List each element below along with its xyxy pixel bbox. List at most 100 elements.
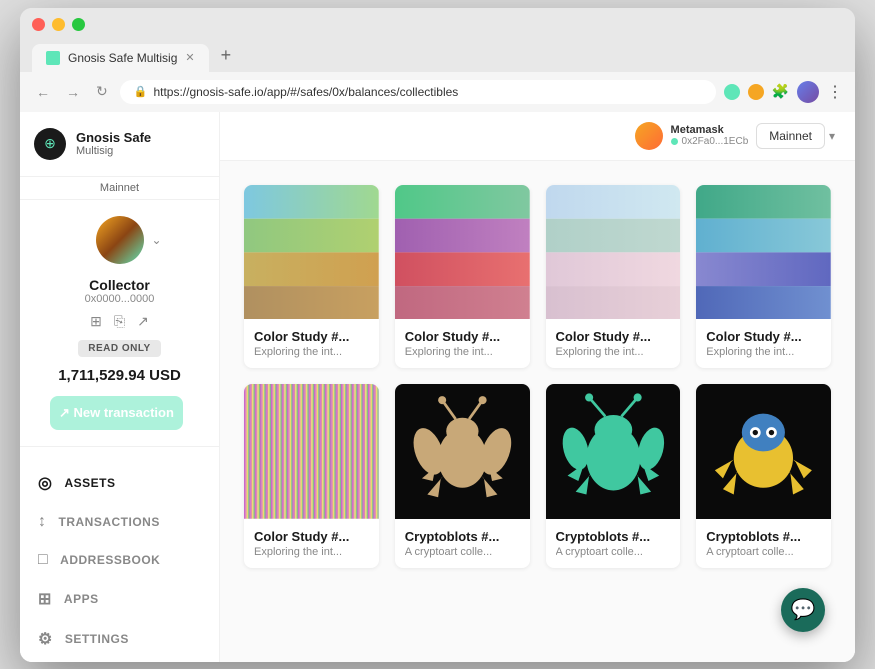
settings-icon: ⚙ (38, 629, 53, 649)
collectible-image (696, 185, 831, 320)
collectible-desc: Exploring the int... (254, 546, 369, 558)
copy-icon[interactable]: ⎘ (114, 313, 125, 330)
collectible-title: Color Study #... (254, 529, 369, 544)
network-selector[interactable]: Mainnet (756, 123, 825, 149)
collectible-card[interactable]: Color Study #... Exploring the int... (244, 384, 379, 568)
account-name: Collector (36, 277, 203, 293)
profile-avatar[interactable] (797, 81, 819, 103)
collectible-desc: Exploring the int... (706, 346, 821, 358)
read-only-badge: READ ONLY (78, 340, 160, 357)
ext-orange-icon (748, 84, 764, 100)
collectible-desc: Exploring the int... (254, 346, 369, 358)
metamask-address: 0x2Fa0...1ECb (671, 136, 749, 147)
collectible-desc: A cryptoart colle... (706, 546, 821, 558)
collectible-image (244, 384, 379, 519)
new-transaction-button[interactable]: ↗ New transaction (50, 396, 183, 430)
account-section: ⌄ Collector 0x0000...0000 ⊞ ⎘ ↗ READ ONL… (20, 200, 219, 447)
collectible-title: Cryptoblots #... (405, 529, 520, 544)
close-button[interactable] (32, 18, 45, 31)
maximize-button[interactable] (72, 18, 85, 31)
collectible-title: Cryptoblots #... (556, 529, 671, 544)
collectible-card[interactable]: Cryptoblots #... A cryptoart colle... (546, 384, 681, 568)
collectible-card[interactable]: Color Study #... Exploring the int... (244, 185, 379, 369)
nav-section: ◎ ASSETS ↕ TRANSACTIONS □ ADDRESSBOOK ⊞ … (20, 447, 219, 662)
address-bar-row: ← → ↻ 🔒 https://gnosis-safe.io/app/#/saf… (20, 72, 855, 112)
sidebar-item-settings[interactable]: ⚙ SETTINGS (20, 619, 219, 659)
address-bar[interactable]: 🔒 https://gnosis-safe.io/app/#/safes/0x/… (120, 80, 716, 104)
sidebar-item-addressbook[interactable]: □ ADDRESSBOOK (20, 541, 219, 579)
collectible-image (696, 384, 831, 519)
tab-close-button[interactable]: ✕ (185, 51, 194, 64)
collectible-info: Color Study #... Exploring the int... (244, 319, 379, 368)
browser-menu-button[interactable]: ⋮ (827, 82, 843, 102)
forward-button[interactable]: → (62, 82, 84, 102)
collectible-title: Color Study #... (706, 329, 821, 344)
tab-title: Gnosis Safe Multisig (68, 51, 177, 65)
account-avatar (96, 216, 144, 264)
assets-icon: ◎ (38, 473, 52, 493)
qr-icon[interactable]: ⊞ (90, 313, 102, 330)
collectible-info: Cryptoblots #... A cryptoart colle... (395, 519, 530, 568)
minimize-button[interactable] (52, 18, 65, 31)
chat-support-button[interactable]: 💬 (781, 588, 825, 632)
collectible-image (244, 185, 379, 320)
collectible-title: Color Study #... (405, 329, 520, 344)
metamask-avatar (635, 122, 663, 150)
tab-favicon (46, 51, 60, 65)
metamask-badge: Metamask 0x2Fa0...1ECb Mainnet ▾ (635, 122, 835, 150)
collectible-desc: Exploring the int... (405, 346, 520, 358)
sidebar-item-assets[interactable]: ◎ ASSETS (20, 463, 219, 503)
addressbook-icon: □ (38, 551, 48, 569)
account-address: 0x0000...0000 (36, 293, 203, 305)
collectible-title: Color Study #... (254, 329, 369, 344)
collectible-info: Cryptoblots #... A cryptoart colle... (546, 519, 681, 568)
collectibles-section: Color Study #... Exploring the int... (220, 161, 855, 662)
balance-display: 1,711,529.94 USD (36, 367, 203, 384)
safe-header: ⊕ Gnosis Safe Multisig (20, 112, 219, 177)
collectible-card[interactable]: Color Study #... Exploring the int... (696, 185, 831, 369)
collectible-card[interactable]: Cryptoblots #... A cryptoart colle... (395, 384, 530, 568)
browser-tab[interactable]: Gnosis Safe Multisig ✕ (32, 44, 209, 72)
ext-green-icon (724, 84, 740, 100)
safe-name: Gnosis Safe (76, 130, 151, 146)
collectible-title: Color Study #... (556, 329, 671, 344)
collectible-card[interactable]: Color Study #... Exploring the int... (395, 185, 530, 369)
collectible-card[interactable]: Color Study #... Exploring the int... (546, 185, 681, 369)
app-header: Metamask 0x2Fa0...1ECb Mainnet ▾ (220, 112, 855, 161)
collectible-info: Cryptoblots #... A cryptoart colle... (696, 519, 831, 568)
transactions-icon: ↕ (38, 513, 47, 531)
collectible-image (395, 384, 530, 519)
collectibles-grid: Color Study #... Exploring the int... (244, 185, 831, 569)
external-link-icon[interactable]: ↗ (137, 313, 149, 330)
sidebar-item-apps[interactable]: ⊞ APPS (20, 579, 219, 619)
reload-button[interactable]: ↻ (92, 81, 112, 102)
collectible-info: Color Study #... Exploring the int... (395, 319, 530, 368)
collectible-info: Color Study #... Exploring the int... (696, 319, 831, 368)
safe-sub: Multisig (76, 145, 151, 157)
collectible-desc: Exploring the int... (556, 346, 671, 358)
avatar-wrapper[interactable]: ⌄ (96, 216, 144, 264)
network-chevron-icon[interactable]: ▾ (829, 129, 835, 143)
collectible-image (546, 185, 681, 320)
sidebar-item-transactions[interactable]: ↕ TRANSACTIONS (20, 503, 219, 541)
collectible-desc: A cryptoart colle... (556, 546, 671, 558)
safe-logo: ⊕ (34, 128, 66, 160)
lock-icon: 🔒 (134, 85, 148, 98)
back-button[interactable]: ← (32, 82, 54, 102)
collectible-image (395, 185, 530, 320)
account-icons: ⊞ ⎘ ↗ (36, 313, 203, 330)
apps-icon: ⊞ (38, 589, 52, 609)
collectible-card[interactable]: Cryptoblots #... A cryptoart colle... (696, 384, 831, 568)
collectible-title: Cryptoblots #... (706, 529, 821, 544)
collectible-info: Color Study #... Exploring the int... (546, 319, 681, 368)
metamask-info: Metamask 0x2Fa0...1ECb (671, 124, 749, 147)
network-label: Mainnet (20, 177, 219, 200)
new-tab-button[interactable]: + (211, 41, 242, 70)
metamask-name: Metamask (671, 124, 749, 136)
connected-dot (671, 138, 678, 145)
collectible-image (546, 384, 681, 519)
sidebar: ⊕ Gnosis Safe Multisig Mainnet ⌄ Collect… (20, 112, 220, 662)
collectible-desc: A cryptoart colle... (405, 546, 520, 558)
extensions-button[interactable]: 🧩 (772, 83, 789, 100)
chevron-down-icon: ⌄ (151, 233, 161, 247)
